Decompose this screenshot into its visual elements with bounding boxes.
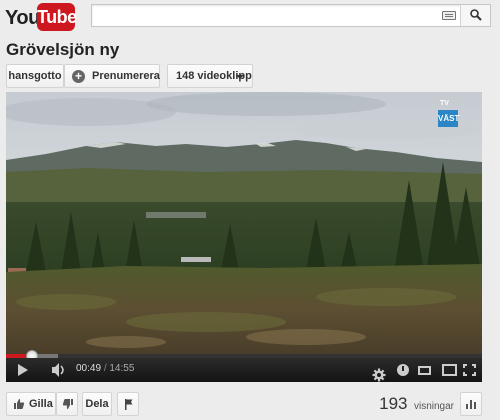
view-count: 193 visningar (379, 394, 454, 414)
search-icon (470, 9, 482, 21)
keyboard-icon[interactable] (442, 11, 456, 20)
large-player-icon[interactable] (442, 364, 457, 376)
subscribe-button[interactable]: + Prenumerera (64, 64, 160, 88)
stats-button[interactable] (460, 392, 482, 416)
volume-icon[interactable] (51, 358, 67, 382)
time-display: 00:49 / 14:55 (76, 363, 134, 374)
subscribe-label: Prenumerera (92, 70, 160, 82)
search-button[interactable] (460, 5, 490, 26)
watch-later-icon[interactable] (397, 364, 409, 376)
dislike-button[interactable] (56, 392, 78, 416)
view-count-number: 193 (379, 394, 408, 413)
channel-name-button[interactable]: hansgotto (6, 64, 64, 88)
play-icon[interactable] (18, 364, 28, 376)
fullscreen-icon[interactable] (463, 364, 476, 376)
chevron-down-icon (236, 75, 244, 79)
gear-icon[interactable] (372, 363, 386, 382)
player-controls: 00:49 / 14:55 (6, 358, 482, 382)
flag-icon (125, 399, 133, 410)
tv-vast-logo: TV VÄST (438, 100, 459, 130)
time-separator: / (103, 363, 107, 374)
video-player[interactable]: TV VÄST 00:49 / 14:55 (6, 92, 482, 382)
thumbs-down-icon (62, 399, 73, 409)
logo-you-text: You (5, 7, 40, 29)
duration: 14:55 (109, 363, 135, 374)
badge-tv-text: TV (440, 100, 449, 107)
view-count-label: visningar (413, 401, 454, 412)
video-frame[interactable] (6, 92, 482, 354)
small-player-icon[interactable] (418, 366, 431, 375)
logo-tube-text: Tube (37, 3, 77, 31)
youtube-logo[interactable]: You Tube (5, 3, 77, 32)
search-box (91, 4, 491, 27)
plus-icon: + (72, 70, 85, 83)
current-time: 00:49 (76, 363, 102, 374)
like-button[interactable]: Gilla (6, 392, 56, 416)
thumbs-up-icon (14, 399, 25, 409)
like-label: Gilla (29, 398, 53, 410)
masthead: You Tube (0, 0, 500, 36)
badge-vast-text: VÄST (438, 110, 459, 127)
flag-button[interactable] (117, 392, 139, 416)
video-count-dropdown[interactable]: 148 videoklipp (167, 64, 253, 88)
search-input[interactable] (92, 5, 432, 26)
video-title: Grövelsjön ny (6, 40, 120, 59)
share-button[interactable]: Dela (82, 392, 112, 416)
